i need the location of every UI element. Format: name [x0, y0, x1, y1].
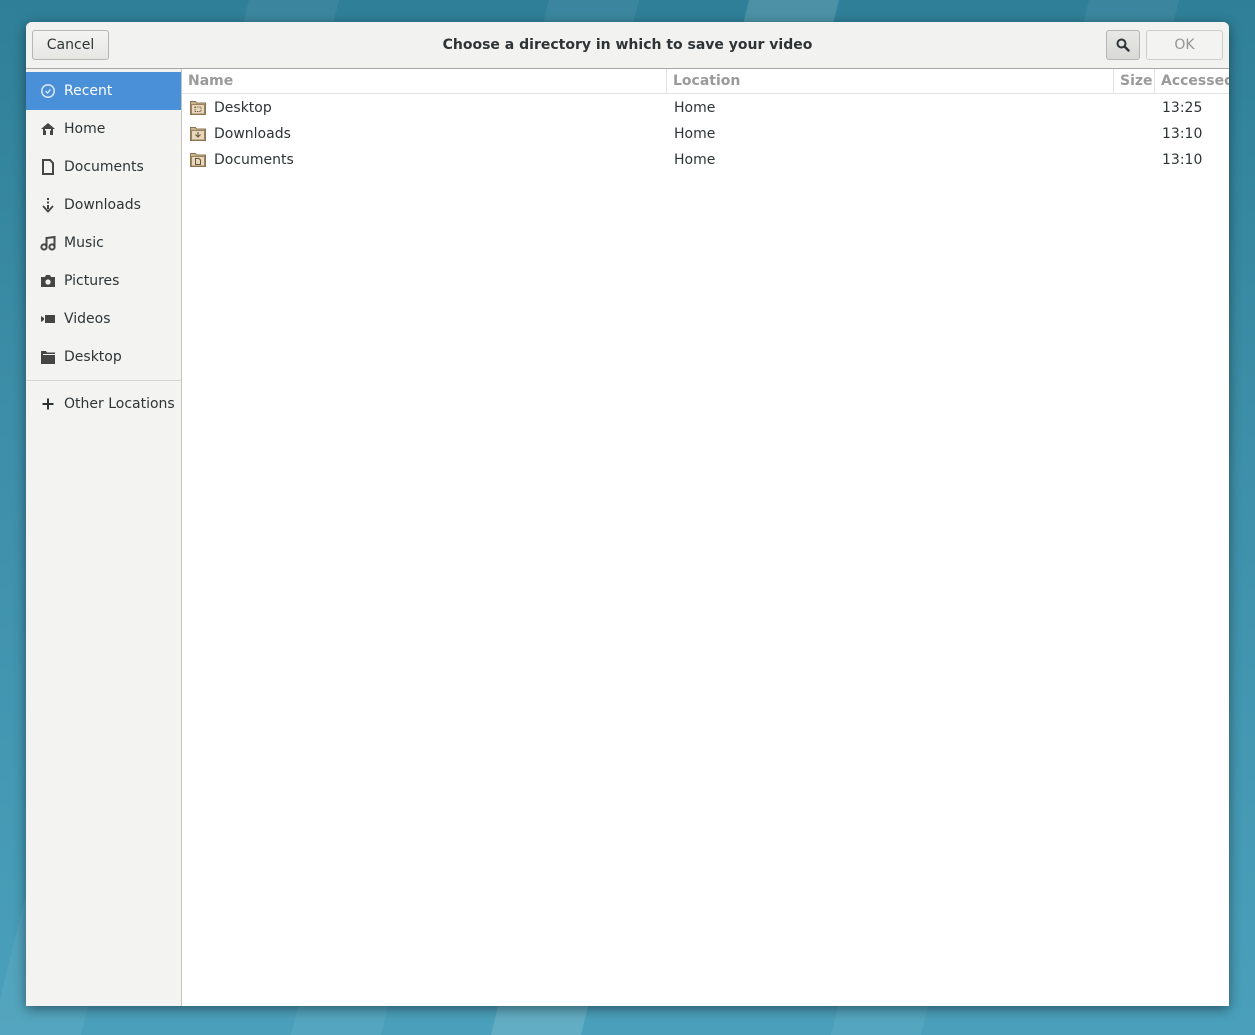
- file-accessed: 13:10: [1162, 126, 1203, 142]
- sidebar-item-desktop[interactable]: Desktop: [26, 338, 181, 376]
- document-icon: [40, 159, 56, 175]
- file-location: Home: [674, 152, 716, 168]
- sidebar-item-downloads[interactable]: Downloads: [26, 186, 181, 224]
- file-name: Downloads: [214, 126, 291, 142]
- file-accessed: 13:25: [1162, 100, 1203, 116]
- desktop-folder-icon: [190, 101, 206, 115]
- file-location: Home: [674, 126, 716, 142]
- sidebar-item-pictures[interactable]: Pictures: [26, 262, 181, 300]
- table-row[interactable]: Desktop Home 13:25: [182, 95, 1229, 121]
- file-name: Desktop: [214, 100, 272, 116]
- clock-icon: [40, 83, 56, 99]
- column-header-location[interactable]: Location: [666, 69, 1113, 94]
- sidebar-item-label: Other Locations: [64, 396, 175, 412]
- plus-icon: [40, 396, 56, 412]
- home-icon: [40, 121, 56, 137]
- sidebar-item-home[interactable]: Home: [26, 110, 181, 148]
- column-header-size[interactable]: Size: [1113, 69, 1154, 94]
- sidebar-item-documents[interactable]: Documents: [26, 148, 181, 186]
- cancel-button[interactable]: Cancel: [32, 30, 109, 60]
- sidebar-item-label: Pictures: [64, 273, 120, 289]
- documents-folder-icon: [190, 153, 206, 167]
- download-icon: [40, 197, 56, 213]
- file-chooser-dialog: Choose a directory in which to save your…: [26, 22, 1229, 1006]
- camera-icon: [40, 273, 56, 289]
- ok-button[interactable]: OK: [1146, 30, 1223, 60]
- column-header-name[interactable]: Name: [182, 69, 666, 94]
- file-location: Home: [674, 100, 716, 116]
- sidebar-item-label: Videos: [64, 311, 111, 327]
- video-icon: [40, 311, 56, 327]
- downloads-folder-icon: [190, 127, 206, 141]
- column-header-accessed[interactable]: Accessed: [1154, 69, 1229, 94]
- sidebar-divider: [26, 380, 181, 381]
- places-sidebar: Recent Home Documents Downloads Music Pi…: [26, 69, 182, 1006]
- file-name: Documents: [214, 152, 294, 168]
- table-row[interactable]: Downloads Home 13:10: [182, 121, 1229, 147]
- file-list: Name Location Size Accessed Desktop Home…: [182, 69, 1229, 1006]
- sidebar-item-other-locations[interactable]: Other Locations: [26, 385, 181, 423]
- sidebar-item-label: Music: [64, 235, 104, 251]
- search-icon: [1116, 38, 1130, 52]
- table-row[interactable]: Documents Home 13:10: [182, 147, 1229, 173]
- folder-icon: [40, 349, 56, 365]
- sidebar-item-label: Documents: [64, 159, 144, 175]
- sidebar-item-videos[interactable]: Videos: [26, 300, 181, 338]
- search-button[interactable]: [1106, 30, 1140, 60]
- music-icon: [40, 235, 56, 251]
- sidebar-item-label: Recent: [64, 83, 113, 99]
- sidebar-item-label: Downloads: [64, 197, 141, 213]
- sidebar-item-music[interactable]: Music: [26, 224, 181, 262]
- sidebar-item-label: Home: [64, 121, 106, 137]
- file-accessed: 13:10: [1162, 152, 1203, 168]
- dialog-title: Choose a directory in which to save your…: [442, 37, 813, 53]
- sidebar-item-label: Desktop: [64, 349, 122, 365]
- header-bar: Choose a directory in which to save your…: [26, 22, 1229, 69]
- sidebar-item-recent[interactable]: Recent: [26, 72, 181, 110]
